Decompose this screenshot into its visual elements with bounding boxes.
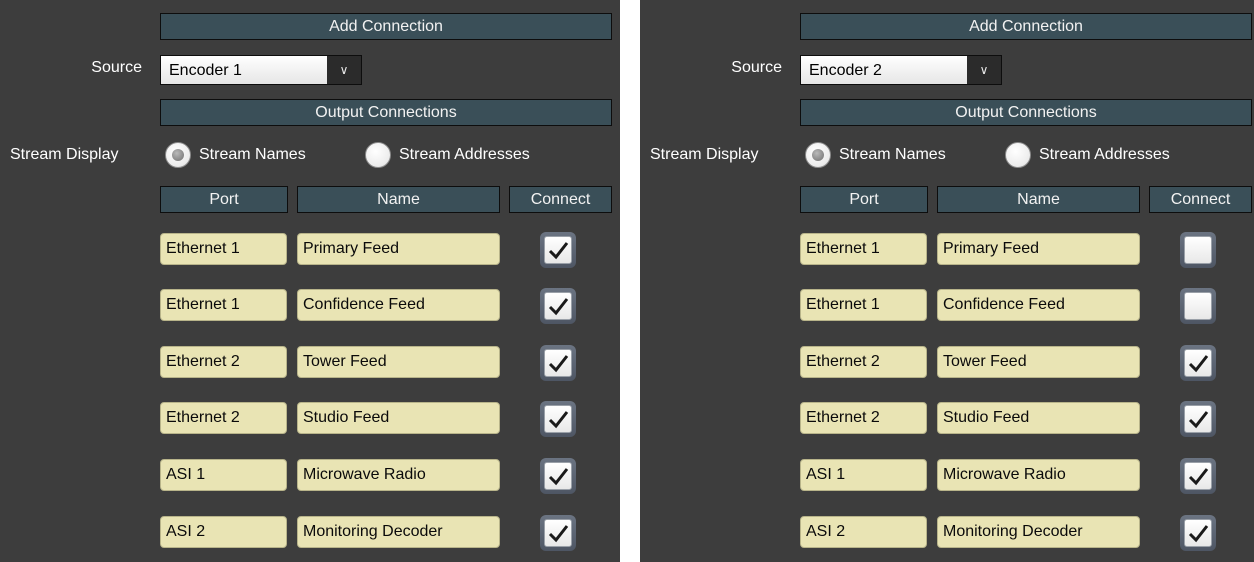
name-cell: Tower Feed	[297, 346, 500, 378]
radio-unselected-icon[interactable]	[1005, 142, 1031, 168]
table-row: Ethernet 2 Tower Feed	[0, 345, 620, 381]
table-row: Ethernet 2 Studio Feed	[640, 401, 1254, 437]
checkmark-icon	[1184, 236, 1212, 264]
port-cell: Ethernet 2	[160, 402, 287, 434]
connect-checkbox[interactable]	[540, 515, 576, 551]
name-cell: Studio Feed	[937, 402, 1140, 434]
checkmark-icon	[1184, 349, 1212, 377]
radio-stream-addresses-label: Stream Addresses	[1039, 146, 1170, 163]
name-cell: Confidence Feed	[297, 289, 500, 321]
add-connection-header: Add Connection	[160, 13, 612, 40]
connect-checkbox[interactable]	[1180, 515, 1216, 551]
port-cell: ASI 2	[800, 516, 927, 548]
checkmark-icon	[1184, 519, 1212, 547]
connection-panel-encoder-2: Add Connection Source Encoder 2 ∨ Output…	[640, 0, 1254, 562]
checkmark-icon	[544, 236, 572, 264]
connect-checkbox[interactable]	[540, 401, 576, 437]
table-row: ASI 1 Microwave Radio	[0, 458, 620, 494]
radio-stream-names-label: Stream Names	[839, 146, 946, 163]
port-cell: Ethernet 2	[800, 402, 927, 434]
name-cell: Confidence Feed	[937, 289, 1140, 321]
name-cell: Monitoring Decoder	[937, 516, 1140, 548]
table-row: Ethernet 1 Primary Feed	[640, 232, 1254, 268]
column-header-name: Name	[297, 186, 500, 213]
checkmark-icon	[544, 292, 572, 320]
port-cell: ASI 2	[160, 516, 287, 548]
table-row: ASI 2 Monitoring Decoder	[640, 515, 1254, 551]
source-label: Source	[91, 59, 142, 76]
port-cell: Ethernet 1	[800, 233, 927, 265]
checkmark-icon	[1184, 292, 1212, 320]
source-select-value: Encoder 2	[809, 62, 882, 79]
connect-checkbox[interactable]	[1180, 458, 1216, 494]
checkmark-icon	[544, 462, 572, 490]
name-cell: Microwave Radio	[937, 459, 1140, 491]
table-row: Ethernet 1 Confidence Feed	[0, 288, 620, 324]
radio-stream-names[interactable]: Stream Names	[805, 142, 946, 168]
radio-stream-addresses[interactable]: Stream Addresses	[365, 142, 530, 168]
connect-checkbox[interactable]	[540, 458, 576, 494]
radio-stream-names[interactable]: Stream Names	[165, 142, 306, 168]
connect-checkbox[interactable]	[1180, 401, 1216, 437]
chevron-down-icon[interactable]: ∨	[967, 56, 1001, 84]
port-cell: Ethernet 2	[800, 346, 927, 378]
name-cell: Monitoring Decoder	[297, 516, 500, 548]
name-cell: Primary Feed	[297, 233, 500, 265]
radio-stream-addresses[interactable]: Stream Addresses	[1005, 142, 1170, 168]
table-row: Ethernet 2 Tower Feed	[640, 345, 1254, 381]
table-row: Ethernet 1 Primary Feed	[0, 232, 620, 268]
column-header-connect: Connect	[509, 186, 612, 213]
connect-checkbox[interactable]	[1180, 288, 1216, 324]
checkmark-icon	[544, 349, 572, 377]
port-cell: Ethernet 1	[160, 233, 287, 265]
table-row: ASI 1 Microwave Radio	[640, 458, 1254, 494]
checkmark-icon	[544, 405, 572, 433]
stream-display-label: Stream Display	[650, 146, 759, 163]
name-cell: Tower Feed	[937, 346, 1140, 378]
radio-selected-icon[interactable]	[805, 142, 831, 168]
connect-checkbox[interactable]	[1180, 345, 1216, 381]
stream-display-label: Stream Display	[10, 146, 119, 163]
checkmark-icon	[1184, 462, 1212, 490]
table-row: Ethernet 1 Confidence Feed	[640, 288, 1254, 324]
radio-stream-addresses-label: Stream Addresses	[399, 146, 530, 163]
output-connections-header: Output Connections	[800, 99, 1252, 126]
connect-checkbox[interactable]	[1180, 232, 1216, 268]
port-cell: ASI 1	[800, 459, 927, 491]
connect-checkbox[interactable]	[540, 232, 576, 268]
radio-stream-names-label: Stream Names	[199, 146, 306, 163]
source-select[interactable]: Encoder 1 ∨	[160, 55, 362, 85]
checkmark-icon	[1184, 405, 1212, 433]
column-header-port: Port	[800, 186, 928, 213]
source-select-value: Encoder 1	[169, 62, 242, 79]
checkmark-icon	[544, 519, 572, 547]
port-cell: Ethernet 2	[160, 346, 287, 378]
port-cell: Ethernet 1	[160, 289, 287, 321]
column-header-port: Port	[160, 186, 288, 213]
name-cell: Studio Feed	[297, 402, 500, 434]
name-cell: Primary Feed	[937, 233, 1140, 265]
column-header-name: Name	[937, 186, 1140, 213]
connection-panel-encoder-1: Add Connection Source Encoder 1 ∨ Output…	[0, 0, 620, 562]
radio-unselected-icon[interactable]	[365, 142, 391, 168]
add-connection-header: Add Connection	[800, 13, 1252, 40]
table-row: Ethernet 2 Studio Feed	[0, 401, 620, 437]
output-connections-header: Output Connections	[160, 99, 612, 126]
port-cell: Ethernet 1	[800, 289, 927, 321]
port-cell: ASI 1	[160, 459, 287, 491]
table-row: ASI 2 Monitoring Decoder	[0, 515, 620, 551]
column-header-connect: Connect	[1149, 186, 1252, 213]
connect-checkbox[interactable]	[540, 288, 576, 324]
radio-selected-icon[interactable]	[165, 142, 191, 168]
source-label: Source	[731, 59, 782, 76]
chevron-down-icon[interactable]: ∨	[327, 56, 361, 84]
source-select[interactable]: Encoder 2 ∨	[800, 55, 1002, 85]
name-cell: Microwave Radio	[297, 459, 500, 491]
connect-checkbox[interactable]	[540, 345, 576, 381]
